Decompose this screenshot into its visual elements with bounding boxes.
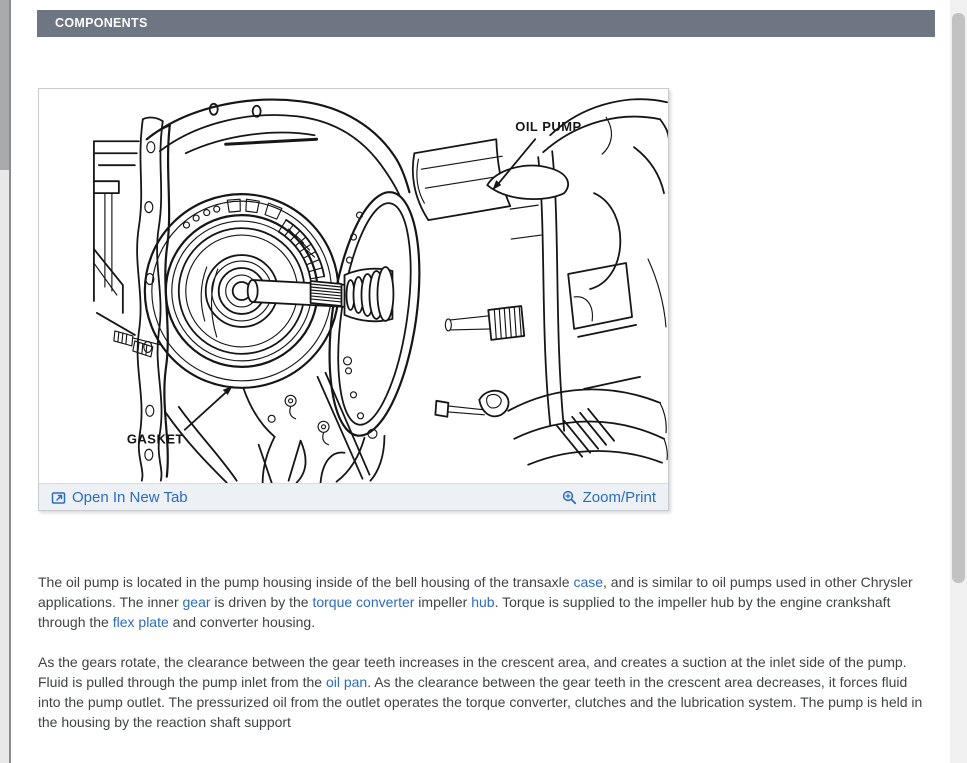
inline-link[interactable]: oil pan	[326, 674, 367, 690]
zoom-magnifier-icon	[562, 490, 577, 505]
paragraph-oil-pump-location: The oil pump is located in the pump hous…	[38, 572, 928, 632]
inline-link[interactable]: flex plate	[113, 614, 169, 630]
paragraph-text: impeller	[414, 594, 471, 610]
zoom-print-link[interactable]: Zoom/Print	[562, 489, 656, 506]
inline-link[interactable]: hub	[471, 594, 494, 610]
figure-image: OIL PUMP GASKET	[39, 89, 668, 483]
figure-card: OIL PUMP GASKET Open In New Tab Zoom/Pri…	[38, 88, 669, 511]
paragraph-text: is driven by the	[211, 594, 313, 610]
figure-toolbar: Open In New Tab Zoom/Print	[39, 483, 668, 510]
article-body: The oil pump is located in the pump hous…	[38, 572, 928, 732]
paragraph-pump-operation: As the gears rotate, the clearance betwe…	[38, 652, 928, 732]
section-title: COMPONENTS	[55, 16, 148, 30]
oil-pump-diagram: OIL PUMP GASKET	[39, 89, 668, 483]
right-scrollbar-thumb[interactable]	[952, 13, 965, 583]
inline-link[interactable]: case	[573, 574, 603, 590]
inline-link[interactable]: gear	[183, 594, 211, 610]
paragraph-text: The oil pump is located in the pump hous…	[38, 574, 573, 590]
open-in-new-tab-link[interactable]: Open In New Tab	[51, 489, 188, 506]
diagram-label-gasket: GASKET	[127, 432, 184, 447]
gasket-callout-line	[185, 390, 229, 430]
right-scrollbar[interactable]	[950, 0, 967, 763]
left-scrollbar[interactable]	[0, 0, 11, 763]
open-in-new-tab-label: Open In New Tab	[72, 489, 188, 506]
components-section-header: COMPONENTS	[37, 10, 935, 37]
zoom-print-label: Zoom/Print	[583, 489, 656, 506]
diagram-label-oil-pump: OIL PUMP	[515, 119, 581, 134]
inline-link[interactable]: torque converter	[312, 594, 414, 610]
paragraph-text: and converter housing.	[169, 614, 315, 630]
left-scrollbar-thumb[interactable]	[0, 0, 9, 170]
open-in-new-tab-icon	[51, 490, 66, 505]
